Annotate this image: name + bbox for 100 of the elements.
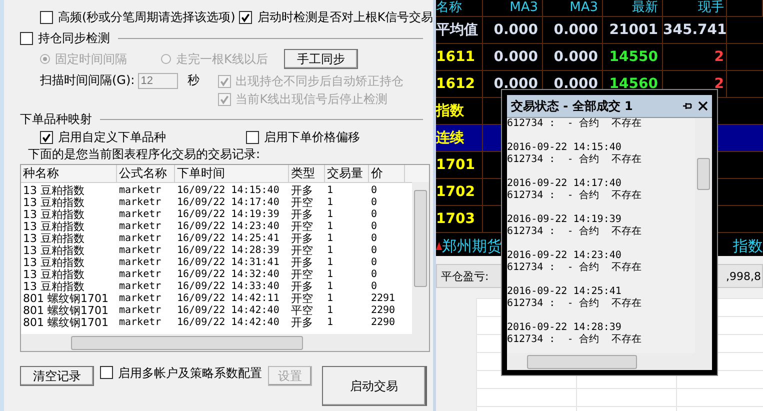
checkbox[interactable] bbox=[239, 10, 252, 24]
table-cell-text: 16/09/22 14:31:41 bbox=[176, 257, 280, 269]
column-header[interactable]: 最新 bbox=[603, 0, 663, 16]
quote-name[interactable]: 指数 bbox=[436, 98, 483, 124]
table-cell-text: 16/09/22 14:42:40 bbox=[176, 305, 280, 317]
radio-label: 走完一根K线以后 bbox=[176, 50, 268, 68]
column-header[interactable]: 类型 bbox=[289, 165, 325, 182]
window-title: 交易状态 - 全部成交 1 bbox=[511, 98, 634, 114]
market-tab[interactable]: 郑州期货 bbox=[442, 236, 502, 256]
table-cell-text: marketr bbox=[118, 281, 162, 293]
table-cell-text: 开空 bbox=[290, 197, 314, 209]
horizontal-scrollbar[interactable] bbox=[507, 353, 712, 370]
table-cell-text: 13 豆粕指数 bbox=[22, 197, 86, 209]
table-cell-text: marketr bbox=[118, 197, 162, 209]
log-message: 612734 : - 合约 不存在 bbox=[507, 118, 642, 130]
table-cell-text: 0 bbox=[370, 221, 378, 233]
quote-name[interactable]: 1612 bbox=[436, 71, 483, 97]
table-cell-text: 16/09/22 14:42:40 bbox=[176, 317, 280, 329]
log-time: 2016-09-22 14:17:40 bbox=[507, 178, 622, 190]
quote-cell: 0.000 bbox=[483, 17, 543, 43]
table-cell-text: 0 bbox=[370, 245, 378, 257]
radio-label: 固定时间间隔 bbox=[55, 50, 127, 68]
market-tab[interactable]: 指数 bbox=[733, 236, 763, 256]
table-cell-text: marketr bbox=[118, 185, 162, 197]
table-cell-text: 开多 bbox=[290, 185, 314, 197]
table-cell-text: 13 豆粕指数 bbox=[22, 185, 86, 197]
checkbox[interactable] bbox=[20, 32, 33, 44]
table-cell-text: 13 豆粕指数 bbox=[22, 245, 86, 257]
table-cell-text: 平空 bbox=[290, 305, 314, 317]
table-cell-text: 13 豆粕指数 bbox=[22, 209, 86, 221]
clear-records-button[interactable]: 清空记录 bbox=[20, 366, 94, 386]
table-cell-text: 1 bbox=[326, 233, 334, 245]
quote-name[interactable]: 平均值 bbox=[436, 17, 483, 43]
table-cell-text: 0 bbox=[370, 233, 378, 245]
quote-name[interactable]: 1701 bbox=[436, 152, 483, 178]
table-cell-text: 1 bbox=[326, 305, 334, 317]
column-header[interactable]: 下单时间 bbox=[175, 165, 289, 182]
vertical-scrollbar[interactable] bbox=[412, 182, 429, 334]
quote-cell: 14550 bbox=[603, 44, 663, 70]
table-cell-text: 开空 bbox=[290, 293, 314, 305]
table-cell-text: 16/09/22 14:33:40 bbox=[176, 281, 280, 293]
table-cell-text: marketr bbox=[118, 305, 162, 317]
table-cell-text: 16/09/22 14:23:40 bbox=[176, 221, 280, 233]
table-cell-text: 2291 bbox=[370, 293, 396, 305]
checkbox[interactable] bbox=[40, 10, 53, 24]
quote-name[interactable]: 1703 bbox=[436, 206, 483, 232]
checkbox-label: 启动时检测是否对上根K信号交易 bbox=[257, 8, 434, 26]
radio-button[interactable] bbox=[161, 54, 171, 64]
table-cell-text: marketr bbox=[118, 221, 162, 233]
checkbox[interactable] bbox=[100, 366, 113, 379]
table-cell-text: marketr bbox=[118, 293, 162, 305]
log-message: 612734 : - 合约 不存在 bbox=[507, 226, 642, 238]
column-header[interactable]: 名称 bbox=[436, 0, 483, 16]
table-cell-text: 13 豆粕指数 bbox=[22, 221, 86, 233]
table-cell-text: 开多 bbox=[290, 257, 314, 269]
quote-name[interactable]: 1702 bbox=[436, 179, 483, 205]
pin-icon[interactable] bbox=[682, 101, 692, 111]
table-cell-text: 801 螺纹钢1701 bbox=[22, 293, 110, 305]
table-cell-text: 16/09/22 14:42:11 bbox=[176, 293, 280, 305]
group-title: 持仓同步检测 bbox=[38, 30, 110, 46]
column-header[interactable]: 种名称 bbox=[21, 165, 117, 182]
log-time: 2016-09-22 14:28:39 bbox=[507, 322, 622, 334]
table-cell-text: 13 豆粕指数 bbox=[22, 281, 86, 293]
table-cell-text: 13 豆粕指数 bbox=[22, 269, 86, 281]
horizontal-scrollbar[interactable] bbox=[21, 334, 429, 351]
table-cell-text: 0 bbox=[370, 185, 378, 197]
checkbox[interactable] bbox=[246, 130, 259, 144]
column-header[interactable]: MA3 bbox=[483, 0, 543, 16]
quote-cell: 21001 bbox=[603, 17, 663, 43]
unit-label: 秒 bbox=[188, 72, 200, 89]
quote-cell: 0.000 bbox=[543, 17, 603, 43]
log-time: 2016-09-22 14:23:40 bbox=[507, 250, 622, 262]
column-header[interactable]: 价 bbox=[369, 165, 405, 182]
quote-name[interactable]: 连续 bbox=[436, 125, 483, 151]
table-cell-text: 1 bbox=[326, 185, 334, 197]
column-header[interactable]: 交易量 bbox=[325, 165, 369, 182]
column-header[interactable]: 现手 bbox=[663, 0, 727, 16]
checkbox[interactable] bbox=[218, 74, 231, 88]
quote-name[interactable]: 1611 bbox=[436, 44, 483, 70]
column-header[interactable]: 公式名称 bbox=[117, 165, 175, 182]
checkbox[interactable] bbox=[40, 130, 53, 144]
log-time: 2016-09-22 14:19:39 bbox=[507, 214, 622, 226]
table-cell-text: 开空 bbox=[290, 221, 314, 233]
table-cell-text: 16/09/22 14:28:39 bbox=[176, 245, 280, 257]
table-cell-text: 1 bbox=[326, 209, 334, 221]
log-message: 612734 : - 合约 不存在 bbox=[507, 190, 642, 202]
quote-cell: 0.000 bbox=[543, 44, 603, 70]
table-cell-text: 开多 bbox=[290, 209, 314, 221]
log-time: 2016-09-22 14:15:40 bbox=[507, 142, 622, 154]
manual-sync-button[interactable]: 手工同步 bbox=[284, 49, 358, 69]
column-header[interactable]: MA3 bbox=[543, 0, 603, 16]
checkbox[interactable] bbox=[218, 92, 231, 106]
table-cell-text: 13 豆粕指数 bbox=[22, 233, 86, 245]
vertical-scrollbar[interactable] bbox=[695, 118, 712, 353]
table-cell-text: marketr bbox=[118, 269, 162, 281]
close-icon[interactable] bbox=[698, 101, 708, 111]
radio-button[interactable] bbox=[40, 54, 50, 64]
table-cell-text: 0 bbox=[370, 257, 378, 269]
table-cell-text: 13 豆粕指数 bbox=[22, 257, 86, 269]
start-trading-button[interactable]: 启动交易 bbox=[322, 366, 427, 406]
